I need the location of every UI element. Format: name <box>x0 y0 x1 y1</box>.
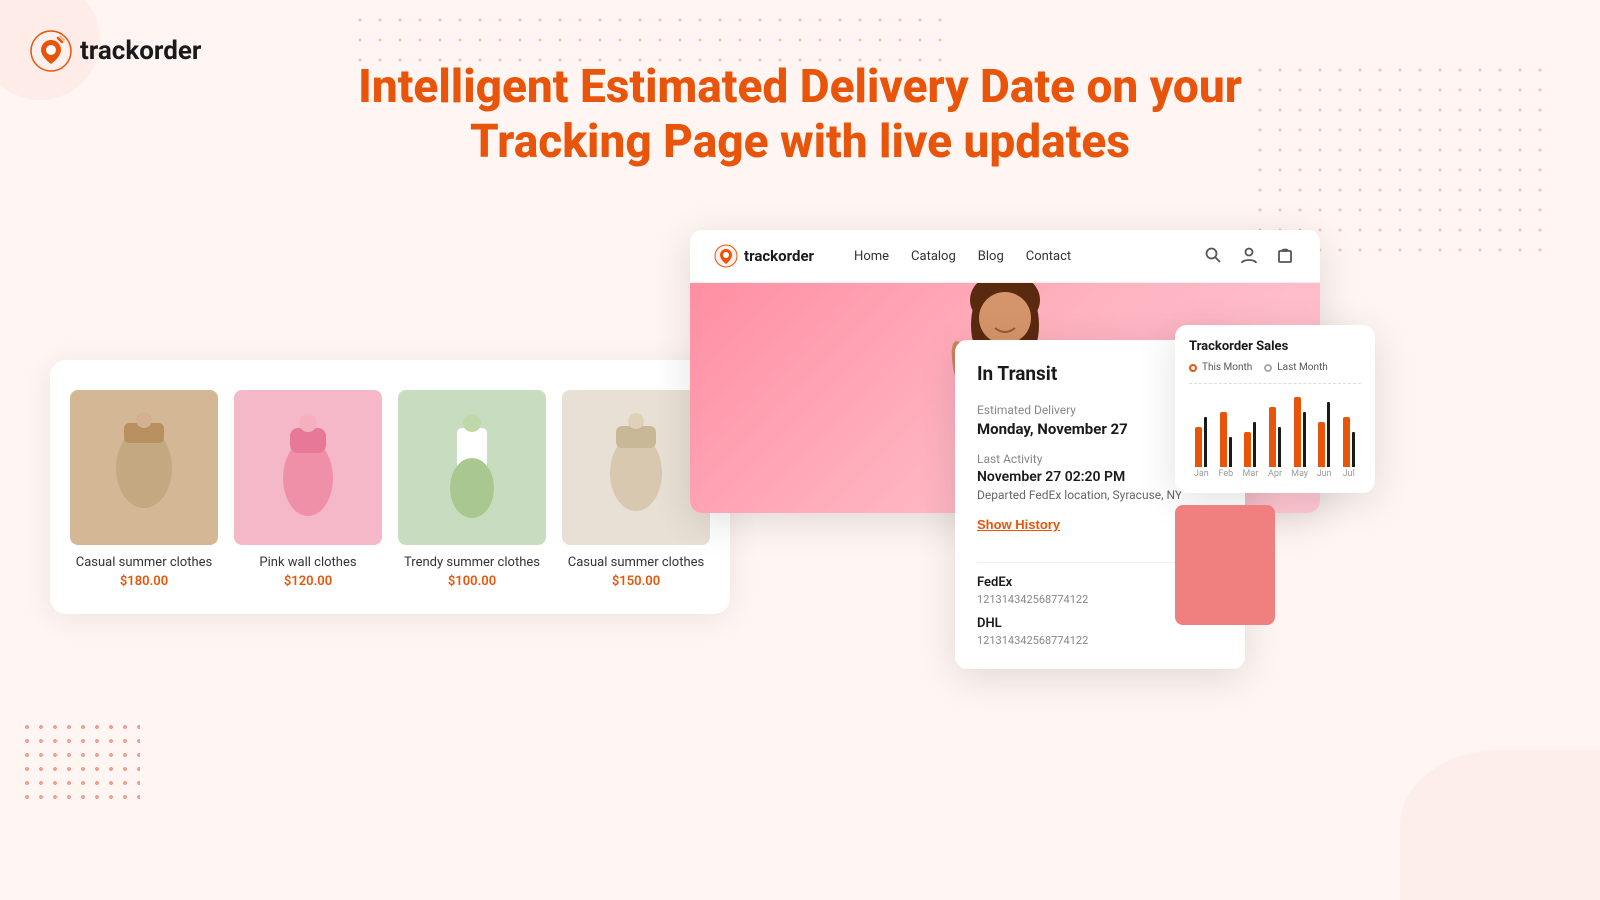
nav-logo-text: trackorder <box>744 247 814 265</box>
bar-orange-mar <box>1244 432 1251 467</box>
chart-label-mar: Mar <box>1243 469 1259 479</box>
product-name-1: Casual summer clothes <box>70 555 218 570</box>
nav-logo-icon <box>714 244 738 268</box>
product-image-4 <box>562 390 710 545</box>
legend-last-month: Last Month <box>1264 362 1327 373</box>
chart-col-apr: Apr <box>1265 392 1286 479</box>
chart-dotted-line <box>1189 383 1361 384</box>
chart-label-jan: Jan <box>1194 469 1209 479</box>
nav-link-home[interactable]: Home <box>854 249 889 264</box>
bar-orange-jan <box>1195 427 1202 467</box>
chart-label-jun: Jun <box>1317 469 1332 479</box>
product-price-4: $150.00 <box>562 574 710 589</box>
nav-icons <box>1204 246 1296 266</box>
decor-dots-bottomleft <box>20 720 140 800</box>
product-card-4[interactable]: Casual summer clothes $150.00 <box>562 390 710 589</box>
product-price-2: $120.00 <box>234 574 382 589</box>
bar-dark-mar <box>1253 422 1256 467</box>
chart-label-may: May <box>1291 469 1308 479</box>
bar-orange-jun <box>1318 422 1325 467</box>
product-name-4: Casual summer clothes <box>562 555 710 570</box>
product-name-3: Trendy summer clothes <box>398 555 546 570</box>
product-name-2: Pink wall clothes <box>234 555 382 570</box>
product-image-3 <box>398 390 546 545</box>
bar-dark-may <box>1303 412 1306 467</box>
product-image-1 <box>70 390 218 545</box>
chart-label-feb: Feb <box>1219 469 1234 479</box>
nav-link-catalog[interactable]: Catalog <box>911 249 956 264</box>
bar-dark-jul <box>1352 432 1355 467</box>
chart-col-feb: Feb <box>1216 392 1237 479</box>
product-card-3[interactable]: Trendy summer clothes $100.00 <box>398 390 546 589</box>
nav-logo[interactable]: trackorder <box>714 244 814 268</box>
nav-link-blog[interactable]: Blog <box>978 249 1004 264</box>
sales-legend: This Month Last Month <box>1189 362 1361 373</box>
chart-area: Jan Feb Mar Apr May Jun Jul <box>1189 389 1361 479</box>
legend-dot-thismonth <box>1189 364 1197 372</box>
product-card-2[interactable]: Pink wall clothes $120.00 <box>234 390 382 589</box>
search-icon[interactable] <box>1204 246 1224 266</box>
pink-square-decoration <box>1175 505 1275 625</box>
bar-dark-jan <box>1204 417 1207 467</box>
bar-dark-jun <box>1327 402 1330 467</box>
chart-col-mar: Mar <box>1240 392 1261 479</box>
show-history-button[interactable]: Show History <box>977 517 1060 532</box>
product-price-1: $180.00 <box>70 574 218 589</box>
chart-col-may: May <box>1289 392 1310 479</box>
chart-col-jun: Jun <box>1314 392 1335 479</box>
nav-link-contact[interactable]: Contact <box>1026 249 1071 264</box>
product-card-1[interactable]: Casual summer clothes $180.00 <box>70 390 218 589</box>
cart-icon[interactable] <box>1276 246 1296 266</box>
bar-dark-apr <box>1278 427 1281 467</box>
decor-shape-bottomright <box>1400 750 1600 900</box>
chart-col-jul: Jul <box>1338 392 1359 479</box>
sales-panel: Trackorder Sales This Month Last Month J… <box>1175 325 1375 493</box>
carrier-tracking-dhl: 121314342568774122 <box>977 634 1223 647</box>
product-price-3: $100.00 <box>398 574 546 589</box>
bar-orange-jul <box>1343 417 1350 467</box>
nav-bar: trackorder Home Catalog Blog Contact <box>690 230 1320 283</box>
legend-dot-lastmonth <box>1264 364 1272 372</box>
product-image-2 <box>234 390 382 545</box>
chart-col-jan: Jan <box>1191 392 1212 479</box>
sales-title: Trackorder Sales <box>1189 339 1361 354</box>
chart-label-apr: Apr <box>1268 469 1282 479</box>
chart-label-jul: Jul <box>1343 469 1355 479</box>
bar-orange-may <box>1294 397 1301 467</box>
bar-orange-apr <box>1269 407 1276 467</box>
product-panel: Casual summer clothes $180.00 Pink wall … <box>50 360 730 614</box>
bar-orange-feb <box>1220 412 1227 467</box>
user-icon[interactable] <box>1240 246 1260 266</box>
legend-this-month: This Month <box>1189 362 1252 373</box>
bar-dark-feb <box>1229 437 1232 467</box>
main-headline: Intelligent Estimated Delivery Date on y… <box>0 60 1600 170</box>
headline-text: Intelligent Estimated Delivery Date on y… <box>0 60 1600 170</box>
nav-links: Home Catalog Blog Contact <box>854 249 1071 264</box>
